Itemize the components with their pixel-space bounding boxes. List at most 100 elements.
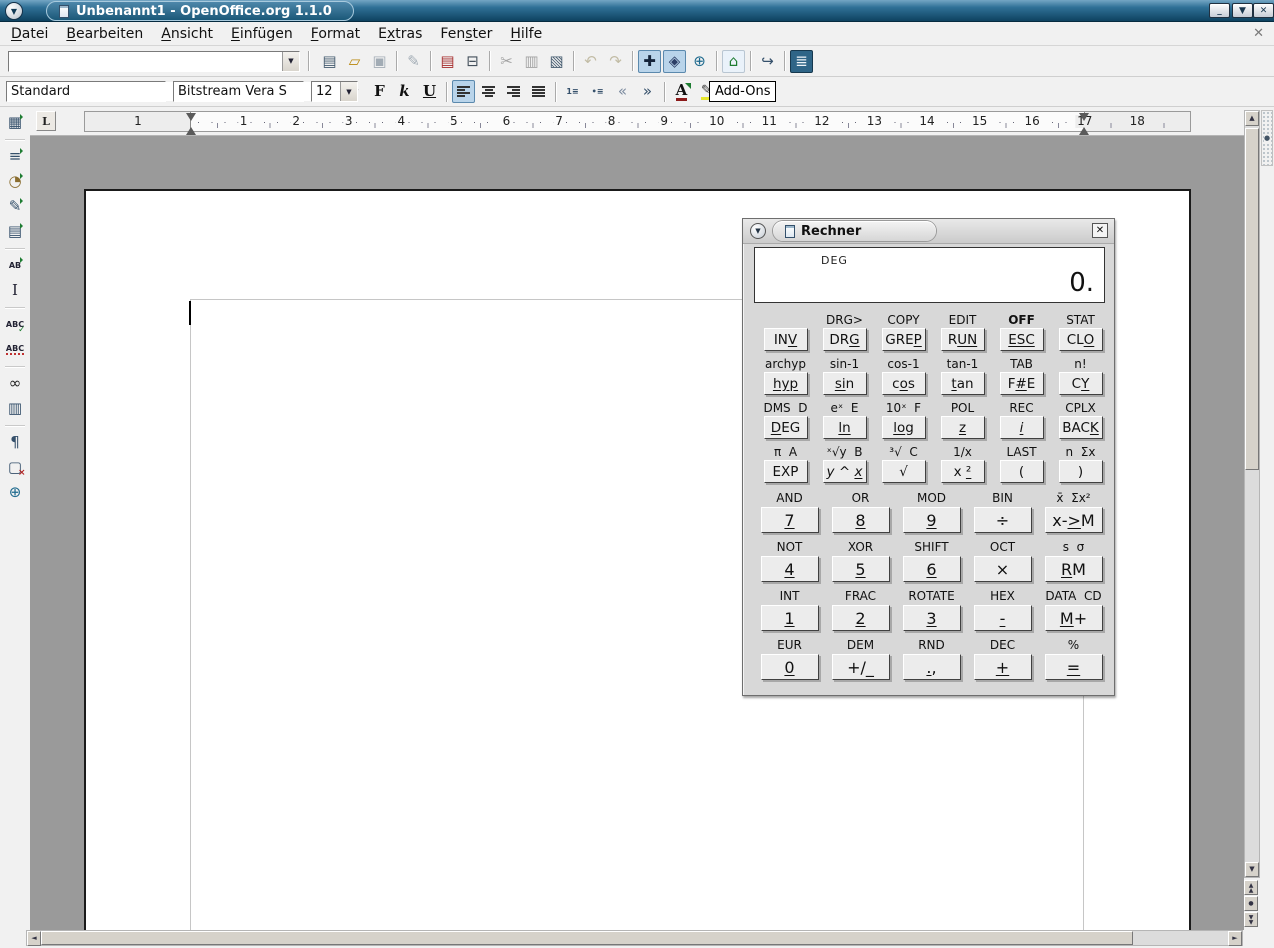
calc-key[interactable]: 4	[761, 556, 819, 582]
calc-key[interactable]: x->M	[1045, 507, 1103, 533]
calc-key[interactable]: GREP	[882, 328, 926, 351]
paragraph-style-input[interactable]	[7, 82, 185, 101]
nonprinting-chars-icon[interactable]: ¶	[4, 431, 27, 454]
open-icon[interactable]: ▱	[343, 50, 366, 73]
calc-key[interactable]: 2	[832, 605, 890, 631]
calc-key[interactable]: tan	[941, 372, 985, 395]
autospellcheck-icon[interactable]: ABC	[4, 338, 27, 361]
calculator-menu-button[interactable]: ▼	[750, 223, 766, 239]
calc-key[interactable]: 3	[903, 605, 961, 631]
calc-key[interactable]: CY	[1059, 372, 1103, 395]
calc-key[interactable]: 5	[832, 556, 890, 582]
calculator-titlebar[interactable]: ▼ Rechner ✕	[743, 219, 1114, 244]
draw-functions-icon[interactable]: ✎	[4, 195, 27, 218]
spellcheck-icon[interactable]: ABC✓	[4, 313, 27, 336]
calc-key[interactable]: +	[974, 654, 1032, 680]
calc-key[interactable]: )	[1059, 460, 1103, 483]
calc-key[interactable]: DEG	[764, 416, 808, 439]
menu-einfuegen[interactable]: Einfügen	[222, 24, 302, 44]
hyperlink-dialog-icon[interactable]: ⊕	[688, 50, 711, 73]
menu-bearbeiten[interactable]: Bearbeiten	[57, 24, 152, 44]
calc-key[interactable]: 6	[903, 556, 961, 582]
menu-format[interactable]: Format	[302, 24, 369, 44]
navigation-button[interactable]: ●	[1244, 896, 1258, 911]
calc-key[interactable]: BACK	[1059, 416, 1103, 439]
horizontal-scrollbar[interactable]: ◄ ►	[26, 930, 1243, 946]
copy-icon[interactable]: ▥	[520, 50, 543, 73]
data-sources-icon[interactable]: ▥	[4, 397, 27, 420]
horizontal-scrollbar-thumb[interactable]	[41, 931, 1133, 945]
window-menu-button[interactable]: ▼	[5, 2, 23, 20]
print-icon[interactable]: ⊟	[461, 50, 484, 73]
calculator-close-button[interactable]: ✕	[1092, 223, 1108, 238]
calc-key[interactable]: 8	[832, 507, 890, 533]
calc-key[interactable]: z	[941, 416, 985, 439]
vertical-scrollbar-thumb[interactable]	[1245, 128, 1259, 470]
paste-icon[interactable]: ▧	[545, 50, 568, 73]
new-document-icon[interactable]: ▤	[318, 50, 341, 73]
autopilot-icon[interactable]: ↪	[756, 50, 779, 73]
save-icon[interactable]: ▣	[368, 50, 391, 73]
calc-key[interactable]: RUN	[941, 328, 985, 351]
font-size-input[interactable]	[312, 82, 340, 101]
minimize-button[interactable]: _	[1209, 3, 1230, 18]
undo-icon[interactable]: ↶	[579, 50, 602, 73]
calc-key[interactable]: 9	[903, 507, 961, 533]
direct-cursor-icon[interactable]: I	[4, 279, 27, 302]
calc-key[interactable]: cos	[882, 372, 926, 395]
edit-file-icon[interactable]: ✎	[402, 50, 425, 73]
calc-key[interactable]: CLO	[1059, 328, 1103, 351]
calc-key[interactable]: ESC	[1000, 328, 1044, 351]
online-layout-icon[interactable]: ⊕	[4, 481, 27, 504]
images-onoff-icon[interactable]: ▢×	[4, 456, 27, 479]
vertical-scrollbar[interactable]: ▲ ▼	[1244, 110, 1260, 878]
italic-icon[interactable]: k	[393, 80, 416, 103]
right-dock-handle[interactable]: ●	[1261, 110, 1273, 166]
calc-key[interactable]: ×	[974, 556, 1032, 582]
insert-object-icon[interactable]: ◔	[4, 170, 27, 193]
scroll-down-button[interactable]: ▼	[1245, 862, 1259, 877]
calc-key[interactable]: y ^ x	[823, 460, 867, 483]
align-right-icon[interactable]	[502, 80, 525, 103]
menu-ansicht[interactable]: Ansicht	[152, 24, 222, 44]
calc-key[interactable]: EXP	[764, 460, 808, 483]
calc-key[interactable]: +/_	[832, 654, 890, 680]
cut-icon[interactable]: ✂	[495, 50, 518, 73]
font-size-dropdown-button[interactable]: ▼	[340, 82, 357, 101]
calc-key[interactable]: =	[1045, 654, 1103, 680]
calc-key[interactable]: 0	[761, 654, 819, 680]
menu-fenster[interactable]: Fenster	[431, 24, 501, 44]
next-page-button[interactable]: ▼▼	[1244, 912, 1258, 927]
scroll-left-button[interactable]: ◄	[27, 931, 41, 946]
decrease-indent-icon[interactable]: «	[611, 80, 634, 103]
url-input[interactable]	[9, 52, 282, 71]
calculator-title-pill[interactable]: Rechner	[773, 221, 936, 241]
window-title-pill[interactable]: Unbenannt1 - OpenOffice.org 1.1.0	[46, 1, 354, 21]
redo-icon[interactable]: ↷	[604, 50, 627, 73]
align-left-icon[interactable]	[452, 80, 475, 103]
calc-key[interactable]: (	[1000, 460, 1044, 483]
calc-key[interactable]: √	[882, 460, 926, 483]
align-justify-icon[interactable]	[527, 80, 550, 103]
document-close-button[interactable]: ✕	[1253, 26, 1264, 41]
form-functions-icon[interactable]: ▤	[4, 220, 27, 243]
calc-key[interactable]: ÷	[974, 507, 1032, 533]
calc-key[interactable]: hyp	[764, 372, 808, 395]
calc-key[interactable]: RM	[1045, 556, 1103, 582]
calc-key[interactable]: -	[974, 605, 1032, 631]
calc-key[interactable]: 7	[761, 507, 819, 533]
calc-key[interactable]: INV	[764, 328, 808, 351]
calc-key[interactable]: F#E	[1000, 372, 1044, 395]
find-replace-icon[interactable]: ∞	[4, 372, 27, 395]
calc-key[interactable]: log	[882, 416, 926, 439]
previous-page-button[interactable]: ▲▲	[1244, 880, 1258, 895]
close-button[interactable]: ✕	[1253, 3, 1274, 18]
export-pdf-icon[interactable]: ▤	[436, 50, 459, 73]
scroll-up-button[interactable]: ▲	[1245, 111, 1259, 126]
gallery-icon[interactable]: ⌂	[722, 50, 745, 73]
insert-fields-icon[interactable]: ≡	[4, 145, 27, 168]
calc-key[interactable]: DRG	[823, 328, 867, 351]
menu-hilfe[interactable]: Hilfe	[501, 24, 551, 44]
calc-key[interactable]: sin	[823, 372, 867, 395]
increase-indent-icon[interactable]: »	[636, 80, 659, 103]
